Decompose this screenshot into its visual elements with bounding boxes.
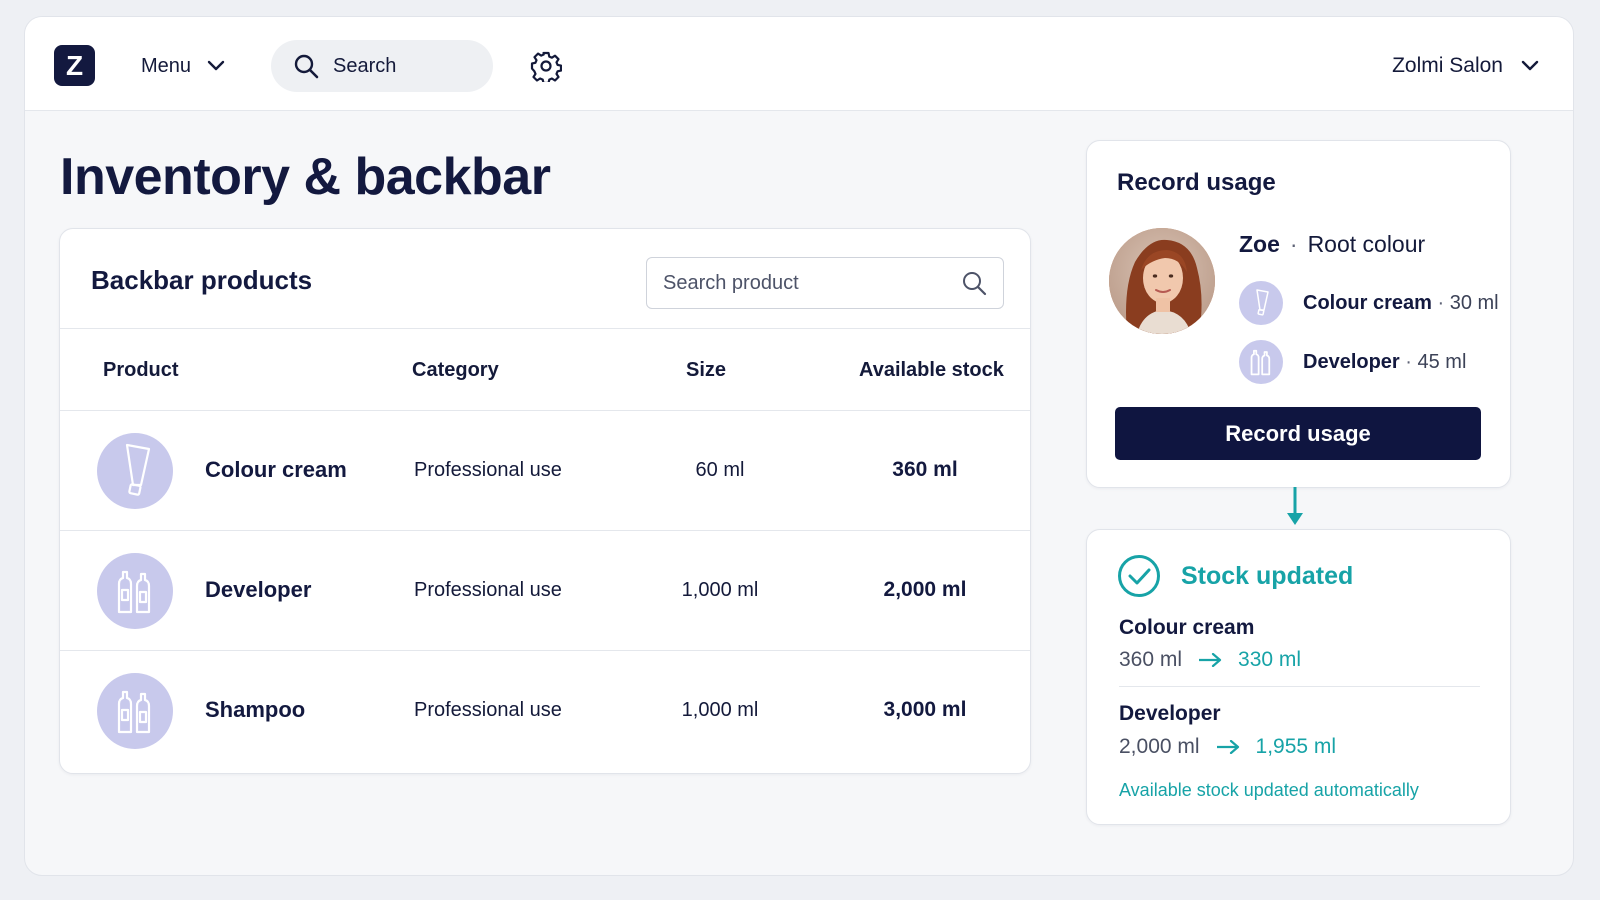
record-usage-button[interactable]: Record usage: [1115, 407, 1481, 460]
usage-item-amount: 45 ml: [1417, 350, 1467, 373]
product-size: 1,000 ml: [681, 699, 759, 721]
table-header: Product Category Size Available stock: [60, 329, 1030, 411]
product-search-placeholder: Search product: [663, 271, 799, 294]
separator-dot: ·: [1289, 231, 1298, 257]
product-name: Colour cream: [205, 457, 347, 482]
products-title: Backbar products: [91, 265, 313, 295]
usage-item: Colour cream · 30 ml: [1239, 281, 1499, 325]
salon-switcher[interactable]: Zolmi Salon: [1392, 49, 1539, 83]
chevron-down-icon: [1521, 60, 1539, 71]
tube-icon: [97, 433, 173, 509]
product-category: Professional use: [414, 699, 562, 721]
search-label: Search: [333, 54, 397, 77]
salon-name: Zolmi Salon: [1392, 54, 1503, 77]
product-stock: 2,000 ml: [883, 578, 967, 601]
tube-icon: [1239, 281, 1283, 325]
bottles-icon: [1239, 340, 1283, 384]
stock-to: 1,955 ml: [1255, 735, 1337, 758]
table-row[interactable]: Shampoo Professional use 1,000 ml 3,000 …: [60, 651, 1030, 771]
table-row[interactable]: Developer Professional use 1,000 ml 2,00…: [60, 531, 1030, 651]
auto-update-note: Available stock updated automatically: [1119, 780, 1419, 800]
usage-item-name: Colour cream: [1303, 291, 1432, 314]
app-window: Z Menu Search Zolmi Salon Inventory & ba…: [24, 16, 1574, 876]
record-usage-card: Record usage Zoe · Root colour Colour cr…: [1086, 140, 1511, 488]
stock-updated-header: Stock updated: [1117, 554, 1353, 598]
bottles-icon: [97, 553, 173, 629]
avatar: [1109, 228, 1215, 334]
stock-from: 360 ml: [1119, 648, 1183, 671]
usage-item: Developer · 45 ml: [1239, 340, 1466, 384]
column-header-product[interactable]: Product: [103, 359, 179, 382]
chevron-down-icon: [207, 60, 225, 71]
products-card-header: Backbar products Search product: [60, 229, 1030, 329]
gear-icon[interactable]: [530, 50, 562, 82]
stock-change: 360 ml 330 ml: [1119, 648, 1301, 672]
page-title: Inventory & backbar: [60, 148, 551, 206]
arrow-down-icon: [1287, 487, 1303, 525]
check-circle-icon: [1118, 555, 1160, 597]
arrow-right-icon: [1199, 653, 1222, 667]
product-stock: 360 ml: [892, 458, 958, 481]
product-stock: 3,000 ml: [883, 698, 967, 721]
product-size: 1,000 ml: [681, 579, 759, 601]
client-name: Zoe: [1239, 231, 1280, 257]
product-category: Professional use: [414, 459, 562, 481]
backbar-products-card: Backbar products Search product Product …: [59, 228, 1031, 774]
table-row[interactable]: Colour cream Professional use 60 ml 360 …: [60, 411, 1030, 531]
app-logo[interactable]: Z: [54, 45, 95, 86]
usage-item-name: Developer: [1303, 350, 1400, 373]
column-header-available-stock[interactable]: Available stock: [859, 359, 1004, 382]
stock-to: 330 ml: [1238, 648, 1302, 671]
changed-product-name: Colour cream: [1119, 616, 1255, 639]
menu-label: Menu: [141, 54, 192, 77]
global-search[interactable]: Search: [271, 40, 493, 92]
record-usage-title: Record usage: [1117, 169, 1276, 196]
column-header-category[interactable]: Category: [412, 359, 499, 382]
search-icon: [294, 54, 319, 79]
stock-updated-title: Stock updated: [1181, 561, 1354, 590]
changed-product-name: Developer: [1119, 702, 1221, 725]
divider: [1119, 686, 1480, 687]
stock-updated-card: Stock updated Colour cream 360 ml 330 ml…: [1086, 529, 1511, 825]
product-name: Developer: [205, 577, 312, 602]
product-search-input[interactable]: Search product: [646, 257, 1004, 309]
usage-item-amount: 30 ml: [1449, 291, 1499, 314]
product-category: Professional use: [414, 579, 562, 601]
top-bar: Z Menu Search Zolmi Salon: [25, 17, 1573, 111]
bottles-icon: [97, 673, 173, 749]
arrow-right-icon: [1216, 740, 1239, 754]
product-name: Shampoo: [205, 697, 306, 722]
search-icon: [963, 272, 987, 296]
menu-button[interactable]: Menu: [141, 49, 225, 83]
service-name: Root colour: [1307, 231, 1426, 257]
client-service-line: Zoe · Root colour: [1239, 231, 1425, 258]
column-header-size[interactable]: Size: [686, 359, 726, 382]
stock-from: 2,000 ml: [1119, 735, 1200, 758]
stock-change: 2,000 ml 1,955 ml: [1119, 735, 1336, 759]
product-size: 60 ml: [695, 459, 745, 481]
